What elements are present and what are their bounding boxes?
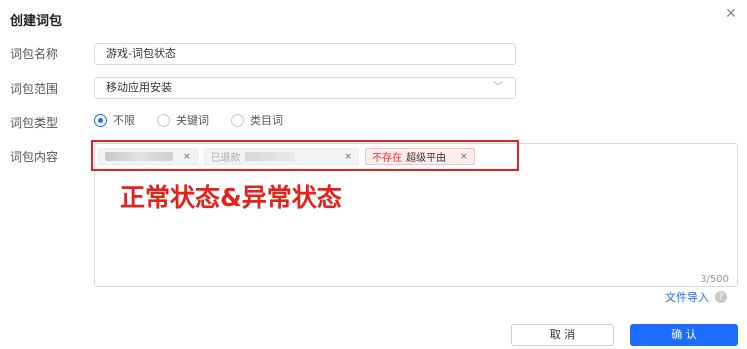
cancel-button[interactable]: 取 消 bbox=[511, 324, 614, 346]
name-input[interactable]: 游戏-词包状态 bbox=[94, 43, 516, 65]
close-icon[interactable]: ✕ bbox=[723, 6, 739, 22]
type-radio-group: 不限 关键词 类目词 bbox=[94, 112, 305, 128]
radio-type-unlimited[interactable]: 不限 bbox=[94, 112, 135, 128]
type-label: 词包类型 bbox=[10, 116, 59, 130]
import-label: 文件导入 bbox=[665, 291, 709, 304]
file-import-link[interactable]: 文件导入 ? bbox=[665, 289, 727, 305]
radio-label: 关键词 bbox=[176, 114, 209, 127]
radio-label: 类目词 bbox=[250, 114, 283, 127]
chevron-down-icon: ﹀ bbox=[493, 82, 503, 93]
highlight-box bbox=[91, 140, 519, 171]
annotation-text: 正常状态&异常状态 bbox=[120, 183, 342, 212]
radio-type-keyword[interactable]: 关键词 bbox=[157, 112, 209, 128]
range-label: 词包范围 bbox=[10, 82, 59, 96]
create-wordpack-dialog: 创建词包 ✕ 词包名称 游戏-词包状态 词包范围 移动应用安装 ﹀ 词包类型 不… bbox=[0, 0, 747, 349]
content-label: 词包内容 bbox=[10, 150, 59, 164]
radio-type-category[interactable]: 类目词 bbox=[231, 112, 283, 128]
char-counter: 3/500 bbox=[700, 274, 729, 285]
radio-label: 不限 bbox=[113, 114, 135, 127]
range-select-value: 移动应用安装 bbox=[106, 81, 172, 94]
radio-dot bbox=[157, 113, 170, 127]
range-select[interactable]: 移动应用安装 ﹀ bbox=[94, 77, 516, 99]
radio-dot bbox=[231, 113, 244, 127]
help-icon[interactable]: ? bbox=[715, 291, 727, 303]
radio-dot bbox=[94, 113, 107, 127]
name-label: 词包名称 bbox=[10, 47, 59, 61]
dialog-title: 创建词包 bbox=[10, 14, 63, 29]
confirm-button[interactable]: 确 认 bbox=[630, 324, 738, 346]
